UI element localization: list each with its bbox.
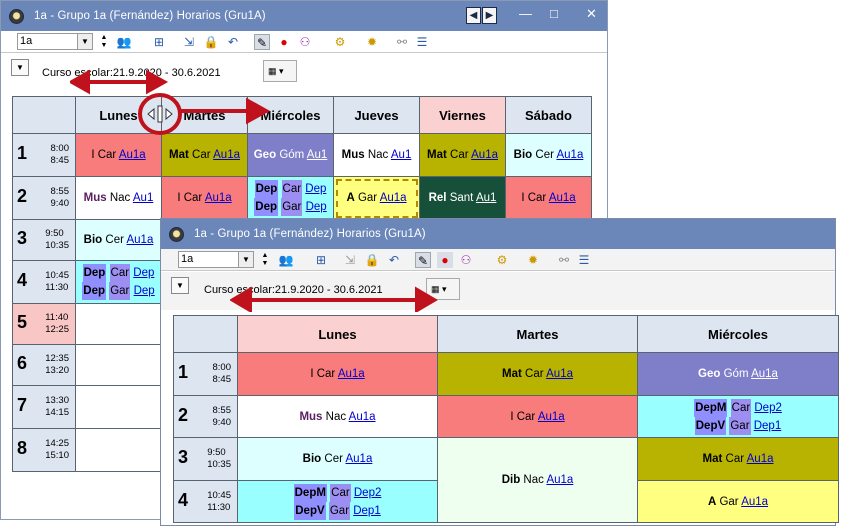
lock-icon[interactable]: 🔒: [203, 34, 219, 50]
brush-icon[interactable]: ✎: [254, 34, 270, 50]
period-cell: 4 10:45 11:30: [173, 480, 238, 523]
undo-icon[interactable]: ↶: [225, 34, 241, 50]
chevron-down-icon[interactable]: ▼: [238, 252, 253, 267]
maximize-button[interactable]: □: [550, 6, 558, 21]
period-cell: 4 10:45 11:30: [12, 260, 76, 304]
lesson-cell[interactable]: Dep Car Dep Dep Gar Dep: [75, 260, 162, 304]
lesson-cell[interactable]: Mat Car Au1a: [437, 352, 638, 396]
lesson-cell[interactable]: Mus Nac Au1a: [237, 395, 438, 438]
teachers-icon[interactable]: 👥: [116, 34, 132, 50]
lesson-cell[interactable]: I Car Au1a: [237, 352, 438, 396]
list-icon[interactable]: ☰: [576, 252, 592, 268]
lesson-cell[interactable]: I Car Au1a: [161, 176, 248, 220]
period-cell: 8 14:25 15:10: [12, 428, 76, 472]
class-select-value: 1a: [181, 253, 194, 265]
title-bar: 1a - Grupo 1a (Fernández) Horarios (Gru1…: [1, 1, 607, 31]
settings-icon[interactable]: ⚙: [494, 252, 510, 268]
period-cell: 1 8:00 8:45: [12, 133, 76, 177]
class-select[interactable]: 1a ▼: [17, 33, 93, 50]
class-select-value: 1a: [20, 35, 33, 47]
spin-icon[interactable]: ▲ ▼: [257, 252, 273, 268]
window-title: 1a - Grupo 1a (Fernández) Horarios (Gru1…: [34, 10, 266, 22]
minimize-button[interactable]: —: [519, 6, 532, 21]
timetable-front: Lunes Martes Miércoles 1 8:00 8:45 I Car A…: [173, 315, 839, 523]
right-arrow: [180, 97, 271, 125]
pin-icon[interactable]: ●: [276, 34, 292, 50]
period-cell: 5 11:40 12:25: [12, 303, 76, 345]
day-header: Jueves: [333, 96, 420, 134]
title-bar: 1a - Grupo 1a (Fernández) Horarios (Gru1…: [161, 219, 835, 249]
day-header: Sábado: [505, 96, 592, 134]
lesson-cell[interactable]: I Car Au1a: [505, 176, 592, 220]
front-window: 1a - Grupo 1a (Fernández) Horarios (Gru1…: [160, 218, 839, 526]
lesson-cell[interactable]: Mat Car Au1a: [419, 133, 506, 177]
double-arrow-top: [70, 69, 169, 95]
lesson-cell[interactable]: Mus Nac Au1: [75, 176, 162, 220]
period-cell: 2 8:55 9:40: [12, 176, 76, 220]
period-cell: 7 13:30 14:15: [12, 385, 76, 429]
lesson-cell[interactable]: DepM Car Dep2 DepV Gar Dep1: [637, 395, 839, 438]
lesson-cell[interactable]: Geo Góm Au1a: [637, 352, 839, 396]
toolbar: 1a ▼ ▲ ▼ 👥 ⊞ ⇲ 🔒 ↶ ✎ ● ⚇ ⚙ ✹ ⚯ ☰: [1, 31, 607, 53]
lock-icon[interactable]: 🔒: [364, 252, 380, 268]
next-arrow-icon[interactable]: ▶: [482, 7, 497, 24]
day-header: Lunes: [237, 315, 438, 353]
collapse-toggle[interactable]: ▼: [11, 59, 29, 76]
app-logo-icon: [169, 226, 184, 242]
lesson-cell[interactable]: DepM Car Dep2 DepV Gar Dep1: [237, 480, 438, 523]
app-logo-icon: [9, 8, 24, 24]
period-cell: 2 8:55 9:40: [173, 395, 238, 438]
annotation-arrow-front: [230, 286, 438, 312]
lesson-cell-selected[interactable]: A Gar Au1a: [333, 176, 420, 220]
resize-cursor-icon: [147, 105, 173, 123]
lesson-cell[interactable]: Bio Cer Au1a: [505, 133, 592, 177]
binoculars-icon[interactable]: ⚯: [556, 252, 572, 268]
spin-icon[interactable]: ▲ ▼: [96, 34, 112, 50]
lesson-cell[interactable]: A Gar Au1a: [637, 480, 839, 523]
grid-icon[interactable]: ⊞: [313, 252, 329, 268]
lesson-cell[interactable]: Mus Nac Au1: [333, 133, 420, 177]
period-cell: 3 9:50 10:35: [12, 219, 76, 261]
corner-cell: [12, 96, 76, 134]
corner-cell: [173, 315, 238, 353]
lesson-cell[interactable]: Dib Nac Au1a: [437, 437, 638, 523]
people-icon[interactable]: ⚇: [297, 34, 313, 50]
pin-icon[interactable]: ●: [437, 252, 453, 268]
gear-icon[interactable]: ✹: [364, 34, 380, 50]
grid-icon[interactable]: ⊞: [151, 34, 167, 50]
people-icon[interactable]: ⚇: [458, 252, 474, 268]
export-icon[interactable]: ⇲: [181, 34, 197, 50]
lesson-cell[interactable]: Bio Cer Au1a: [237, 437, 438, 481]
brush-icon[interactable]: ✎: [415, 252, 431, 268]
toolbar: 1a ▼ ▲ ▼ 👥 ⊞ ⇲ 🔒 ↶ ✎ ● ⚇ ⚙ ✹ ⚯ ☰: [161, 249, 835, 271]
list-icon[interactable]: ☰: [414, 34, 430, 50]
period-cell: 3 9:50 10:35: [173, 437, 238, 481]
period-cell: 1 8:00 8:45: [173, 352, 238, 396]
day-header: Martes: [437, 315, 638, 353]
settings-icon[interactable]: ⚙: [332, 34, 348, 50]
lesson-cell[interactable]: Mat Car Au1a: [637, 437, 839, 481]
period-cell: 6 12:35 13:20: [12, 344, 76, 386]
period-number: 1: [17, 143, 28, 163]
gear-icon[interactable]: ✹: [525, 252, 541, 268]
chevron-down-icon[interactable]: ▼: [77, 34, 92, 49]
class-select[interactable]: 1a ▼: [178, 251, 254, 268]
close-button[interactable]: ✕: [586, 6, 597, 22]
day-header: Viernes: [419, 96, 506, 134]
lesson-cell[interactable]: I Car Au1a: [437, 395, 638, 438]
export-icon[interactable]: ⇲: [342, 252, 358, 268]
window-title: 1a - Grupo 1a (Fernández) Horarios (Gru1…: [194, 228, 426, 240]
lesson-cell[interactable]: Rel Sant Au1: [419, 176, 506, 220]
annotation-arrows-back: [70, 69, 271, 135]
collapse-toggle[interactable]: ▼: [171, 277, 189, 294]
day-header: Miércoles: [637, 315, 839, 353]
undo-icon[interactable]: ↶: [386, 252, 402, 268]
lesson-cell[interactable]: Dep Car Dep Dep Gar Dep: [247, 176, 334, 220]
lesson-cell[interactable]: Bio Cer Au1a: [75, 219, 162, 261]
prev-arrow-icon[interactable]: ◀: [466, 7, 481, 24]
binoculars-icon[interactable]: ⚯: [394, 34, 410, 50]
teachers-icon[interactable]: 👥: [278, 252, 294, 268]
